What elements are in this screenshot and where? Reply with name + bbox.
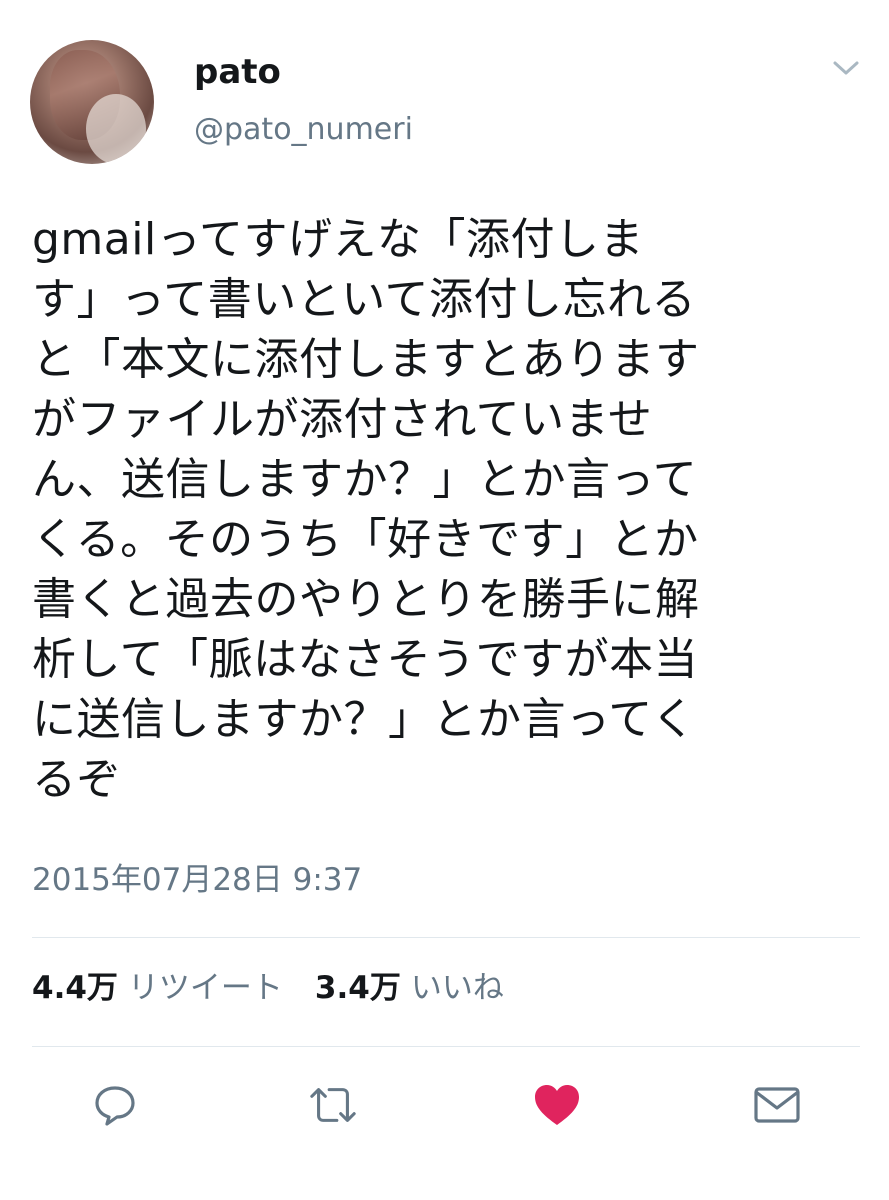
tweet-stats: 4.4万 リツイート 3.4万 いいね (32, 966, 536, 1010)
heart-icon (535, 1085, 579, 1125)
retweet-stat[interactable]: 4.4万 リツイート (32, 966, 283, 1010)
like-count: 3.4万 (314, 970, 401, 1006)
tweet-timestamp[interactable]: 2015年07月28日 9:37 (32, 858, 362, 902)
avatar[interactable] (30, 40, 154, 164)
like-label: いいね (410, 970, 504, 1006)
like-button[interactable] (532, 1080, 582, 1130)
envelope-icon (754, 1087, 800, 1123)
divider-top (32, 937, 860, 938)
direct-message-button[interactable] (752, 1080, 802, 1130)
reply-icon (95, 1086, 135, 1126)
retweet-count: 4.4万 (32, 970, 118, 1006)
display-name[interactable]: pato (194, 50, 281, 94)
tweet-text: gmailってすげえな「添付しま す」って書いといて添付し忘れる と「本文に添付… (32, 214, 700, 805)
user-handle[interactable]: @pato_numeri (194, 110, 413, 150)
retweet-label: リツイート (127, 970, 283, 1006)
divider-bottom (32, 1046, 860, 1047)
like-stat[interactable]: 3.4万 いいね (315, 966, 504, 1010)
chevron-down-icon[interactable] (832, 58, 860, 78)
reply-button[interactable] (90, 1080, 140, 1130)
retweet-button[interactable] (308, 1080, 358, 1130)
retweet-icon (310, 1088, 356, 1122)
